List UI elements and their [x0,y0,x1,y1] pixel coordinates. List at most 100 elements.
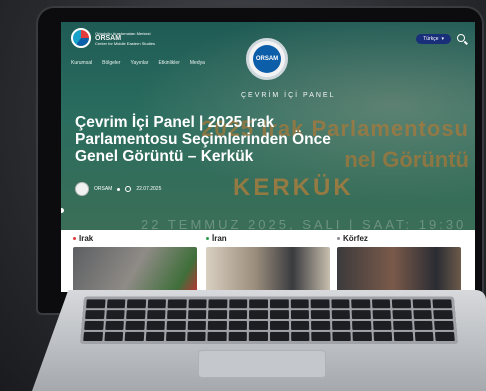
keyboard-key [207,331,227,342]
keyboard-key [125,320,145,330]
category-irak[interactable]: Irak [73,234,197,292]
keyboard-key [331,320,351,330]
category-title: Irak [73,234,197,243]
keyboard-key [413,320,434,330]
category-iran[interactable]: İran [206,234,330,292]
keyboard-key [269,299,289,309]
language-selector[interactable]: Türkçe ▾ [416,34,451,44]
nav-item-etkinlikler[interactable]: Etkinlikler [158,60,179,66]
keyboard-key [228,320,248,330]
keyboard-key [414,331,435,342]
keyboard-key [332,331,352,342]
main-nav: Kurumsal Bölgeler Yayınlar Etkinlikler M… [71,60,205,66]
keyboard-key [331,310,351,320]
keyboard-key [85,310,105,320]
keyboard-key [310,310,330,320]
keyboard-key [412,299,432,309]
logo-text: Ortadoğu Araştırmaları Merkezi ORSAM Cen… [95,31,155,46]
category-korfez[interactable]: Körfez [337,234,461,292]
keyboard-key [208,320,227,330]
nav-item-kurumsal[interactable]: Kurumsal [71,60,92,66]
keyboard-key [228,331,248,342]
keyboard-key [166,331,186,342]
keyboard-key [352,320,372,330]
post-meta: ORSAM 22.07.2025 [75,182,161,196]
category-title: Körfez [337,234,461,243]
keyboard-key [435,331,455,342]
category-section: Irak İran Körfez [61,230,475,292]
bullet-icon [206,237,209,240]
search-icon[interactable] [457,34,465,42]
category-label: İran [212,234,227,243]
keyboard-key [290,310,310,320]
keyboard-key [249,320,268,330]
category-thumbnail[interactable] [73,247,197,292]
keyboard-key [372,310,392,320]
keyboard-key [124,331,144,342]
keyboard-key [432,299,452,309]
keyboard-key [126,299,146,309]
laptop-trackpad [198,350,326,378]
keyboard-key [147,299,167,309]
keyboard-key [249,310,268,320]
keyboard-key [392,310,412,320]
keyboard-key [413,310,433,320]
keyboard-key [371,299,391,309]
keyboard-key [269,310,289,320]
keyboard-key [188,299,207,309]
keyboard-key [269,320,289,330]
keyboard-key [104,320,125,330]
keyboard-key [373,331,393,342]
keyboard-key [86,299,106,309]
keyboard-key [166,320,186,330]
keyboard-key [228,310,248,320]
separator-dot [117,187,121,191]
keyboard-key [83,331,103,342]
keyboard-key [106,299,126,309]
keyboard-key [392,299,412,309]
category-label: Irak [79,234,94,243]
keyboard-key [393,320,413,330]
author-name[interactable]: ORSAM [94,186,112,192]
keyboard-key [105,310,125,320]
category-thumbnail[interactable] [337,247,461,292]
keyboard-key [269,331,289,342]
keyboard-key [208,299,228,309]
keyboard-key [249,299,268,309]
keyboard-key [290,299,309,309]
keyboard-key [84,320,104,330]
laptop-screen: 2025 Irak Parlamentosu nel Görüntü KERKÜ… [61,22,475,292]
category-thumbnail[interactable] [206,247,330,292]
keyboard-key [290,320,310,330]
orsam-seal: ORSAM [246,38,288,80]
category-title: İran [206,234,330,243]
keyboard-key [372,320,392,330]
nav-item-bolgeler[interactable]: Bölgeler [102,60,120,66]
keyboard-key [229,299,248,309]
nav-item-yayinlar[interactable]: Yayınlar [130,60,148,66]
keyboard-key [126,310,146,320]
post-date: 22.07.2025 [136,186,162,192]
slider-dot[interactable] [61,208,64,213]
nav-item-medya[interactable]: Medya [190,60,205,66]
hero-headline[interactable]: Çevrim İçi Panel | 2025 Irak Parlamentos… [75,114,375,165]
site-logo[interactable]: Ortadoğu Araştırmaları Merkezi ORSAM Cen… [71,28,155,48]
keyboard-key [351,299,371,309]
keyboard-key [352,331,372,342]
hero-banner[interactable]: 2025 Irak Parlamentosu nel Görüntü KERKÜ… [61,22,475,232]
keyboard-key [186,331,206,342]
keyboard-key [434,320,454,330]
keyboard-key [167,299,187,309]
keyboard-key [208,310,228,320]
keyboard-key [310,299,330,309]
keyboard-key [290,331,310,342]
keyboard-key [311,331,331,342]
keyboard-key [187,320,207,330]
keyboard-key [249,331,268,342]
keyboard-key [145,331,165,342]
category-label: Körfez [343,234,368,243]
logo-line-2: Center for Middle Eastern Studies [95,40,156,46]
keyboard-key [146,310,166,320]
keyboard-key [167,310,187,320]
keyboard-key [331,299,350,309]
